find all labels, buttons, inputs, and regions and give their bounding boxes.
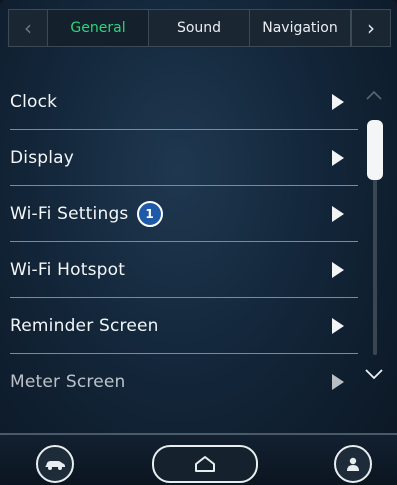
person-icon — [347, 457, 359, 471]
home-icon — [195, 456, 215, 472]
arrow-right-icon — [332, 93, 344, 110]
profile-button[interactable] — [334, 445, 372, 483]
scrollbar-thumb[interactable] — [367, 120, 383, 180]
menu-item-display[interactable]: Display — [10, 130, 358, 186]
home-button[interactable] — [152, 445, 258, 483]
menu-item-label: Clock — [10, 91, 58, 112]
settings-screen: ‹ General Sound Navigation › Clock Displ… — [0, 0, 397, 485]
tab-navigation[interactable]: Navigation — [250, 10, 351, 46]
arrow-right-icon — [332, 261, 344, 278]
menu-item-label: Display — [10, 147, 75, 168]
arrow-right-icon — [332, 149, 344, 166]
chevron-down-icon — [365, 369, 383, 380]
chevron-left-icon: ‹ — [24, 16, 32, 40]
menu-item-clock[interactable]: Clock — [10, 74, 358, 130]
menu-item-wifi-settings[interactable]: Wi-Fi Settings 1 — [10, 186, 358, 242]
menu-item-meter-screen[interactable]: Meter Screen — [10, 354, 358, 409]
menu-item-label: Wi-Fi Settings — [10, 203, 129, 224]
chevron-right-icon: › — [367, 16, 375, 40]
chevron-up-icon — [366, 90, 382, 100]
callout-badge: 1 — [136, 200, 163, 227]
menu-item-label: Wi-Fi Hotspot — [10, 259, 126, 280]
tab-general[interactable]: General — [48, 10, 149, 46]
settings-menu: Clock Display Wi-Fi Settings 1 Wi-Fi Hot… — [10, 74, 358, 409]
arrow-right-icon — [332, 205, 344, 222]
tab-next-button[interactable]: › — [351, 10, 390, 46]
scroll-down-button[interactable] — [364, 366, 384, 382]
menu-item-wifi-hotspot[interactable]: Wi-Fi Hotspot — [10, 242, 358, 298]
menu-item-reminder-screen[interactable]: Reminder Screen — [10, 298, 358, 354]
arrow-right-icon — [332, 317, 344, 334]
tab-prev-button[interactable]: ‹ — [9, 10, 48, 46]
scroll-up-button[interactable] — [366, 88, 382, 104]
car-icon — [45, 461, 65, 470]
menu-item-label: Reminder Screen — [10, 315, 159, 336]
tab-bar: ‹ General Sound Navigation › — [8, 9, 391, 47]
arrow-right-icon — [332, 373, 344, 390]
menu-item-label: Meter Screen — [10, 371, 126, 392]
car-button[interactable] — [36, 445, 74, 483]
tab-sound[interactable]: Sound — [149, 10, 250, 46]
